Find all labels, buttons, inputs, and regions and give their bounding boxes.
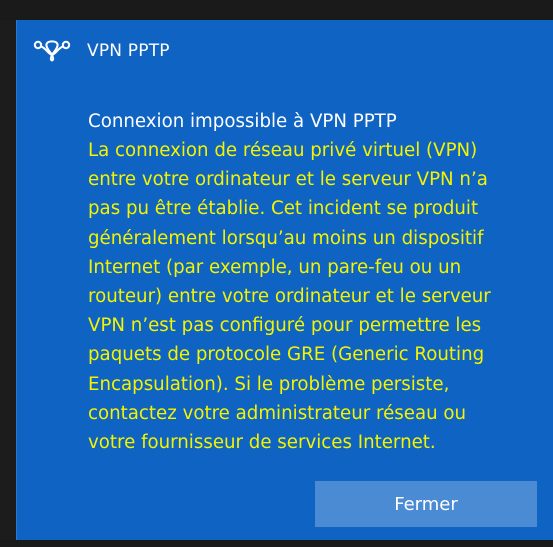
dialog-title: VPN PPTP [87,41,170,61]
error-message: La connexion de réseau privé virtuel (VP… [88,136,528,457]
error-message-line: votre fournisseur de services Internet. [88,432,436,454]
screen: VPN PPTP Connexion impossible à VPN PPTP… [0,0,553,547]
error-message-line: routeur) entre votre ordinateur et le se… [88,286,491,308]
error-message-line: pas pu être établie. Cet incident se pro… [88,198,479,220]
dialog-header: VPN PPTP [33,36,170,66]
error-message-line: Encapsulation). Si le problème persiste, [88,373,450,395]
error-message-line: paquets de protocole GRE (Generic Routin… [88,344,485,366]
error-message-line: VPN n’est pas configuré pour permettre l… [88,315,482,337]
vpn-icon [33,36,73,66]
error-message-line: Internet (par exemple, un pare-feu ou un [88,256,462,278]
close-button[interactable]: Fermer [315,481,537,527]
error-message-line: entre votre ordinateur et le serveur VPN… [88,169,488,191]
error-message-line: généralement lorsqu’au moins un disposit… [88,227,484,249]
error-message-line: La connexion de réseau privé virtuel (VP… [88,140,478,161]
background-bottom [0,540,553,547]
background-top [0,0,553,20]
vpn-error-dialog: VPN PPTP Connexion impossible à VPN PPTP… [16,20,553,540]
error-heading: Connexion impossible à VPN PPTP [88,111,397,132]
error-message-line: contactez votre administrateur réseau ou [88,402,467,424]
